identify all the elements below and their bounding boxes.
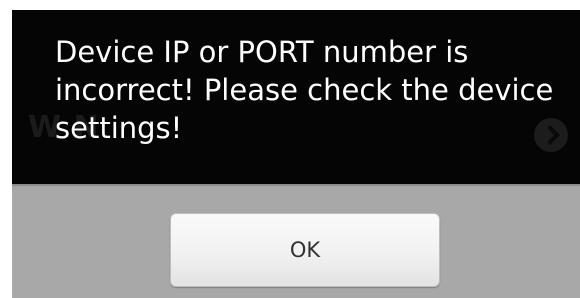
ok-button[interactable]: OK bbox=[170, 213, 440, 287]
screen: W N Device IP or PORT number is incorrec… bbox=[0, 0, 580, 298]
message-panel: W N Device IP or PORT number is incorrec… bbox=[12, 10, 580, 184]
dialog-message: Device IP or PORT number is incorrect! P… bbox=[55, 35, 554, 145]
divider bbox=[12, 184, 580, 186]
alert-dialog: W N Device IP or PORT number is incorrec… bbox=[12, 10, 580, 298]
